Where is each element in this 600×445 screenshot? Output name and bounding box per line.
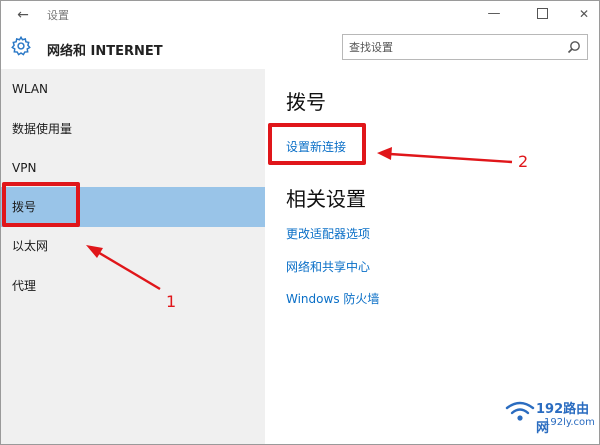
search-icon[interactable]	[567, 40, 581, 54]
highlight-box-dialup	[2, 182, 80, 227]
maximize-button[interactable]	[525, 1, 559, 27]
minimize-icon: —	[487, 6, 501, 21]
sidebar-item-ethernet[interactable]: 以太网	[1, 226, 265, 266]
change-adapter-options-link[interactable]: 更改适配器选项	[286, 225, 370, 242]
wifi-logo-icon	[505, 401, 535, 421]
back-button[interactable]: ←	[9, 3, 37, 27]
sidebar-nav: WLAN 数据使用量 VPN 拨号 以太网 代理	[1, 69, 265, 444]
settings-window: ← 设置 — ✕ 网络和 INTERNET 查找设置 WLAN 数据使用量 VP…	[0, 0, 600, 445]
close-icon: ✕	[578, 7, 590, 21]
watermark-url: 192ly.com	[544, 417, 595, 428]
section-title: 拨号	[286, 90, 326, 114]
related-settings-title: 相关设置	[286, 187, 366, 211]
sidebar-item-label: 数据使用量	[12, 122, 73, 136]
close-button[interactable]: ✕	[567, 1, 599, 27]
window-title: 设置	[47, 9, 69, 22]
sidebar-item-proxy[interactable]: 代理	[1, 266, 265, 306]
highlight-box-setup-link	[268, 123, 366, 165]
search-input[interactable]	[349, 38, 559, 56]
minimize-button[interactable]: —	[477, 1, 511, 27]
sidebar-item-wlan[interactable]: WLAN	[1, 69, 265, 109]
search-box[interactable]	[342, 34, 588, 60]
gear-icon	[11, 35, 31, 56]
annotation-label-1: 1	[166, 292, 177, 311]
network-sharing-center-link[interactable]: 网络和共享中心	[286, 258, 370, 275]
sidebar-item-data-usage[interactable]: 数据使用量	[1, 109, 265, 149]
sidebar-item-label: 以太网	[12, 239, 49, 253]
page-header: 网络和 INTERNET	[1, 29, 599, 67]
sidebar-item-label: 代理	[12, 279, 37, 293]
back-arrow-icon: ←	[17, 7, 29, 23]
watermark: 192路由网 192ly.com	[500, 392, 596, 438]
maximize-icon	[536, 8, 548, 19]
page-title: 网络和 INTERNET	[47, 44, 163, 59]
windows-firewall-link[interactable]: Windows 防火墙	[286, 290, 379, 307]
sidebar-item-label: WLAN	[12, 82, 49, 96]
annotation-label-2: 2	[518, 152, 529, 171]
title-bar: ← 设置 — ✕	[1, 1, 599, 29]
